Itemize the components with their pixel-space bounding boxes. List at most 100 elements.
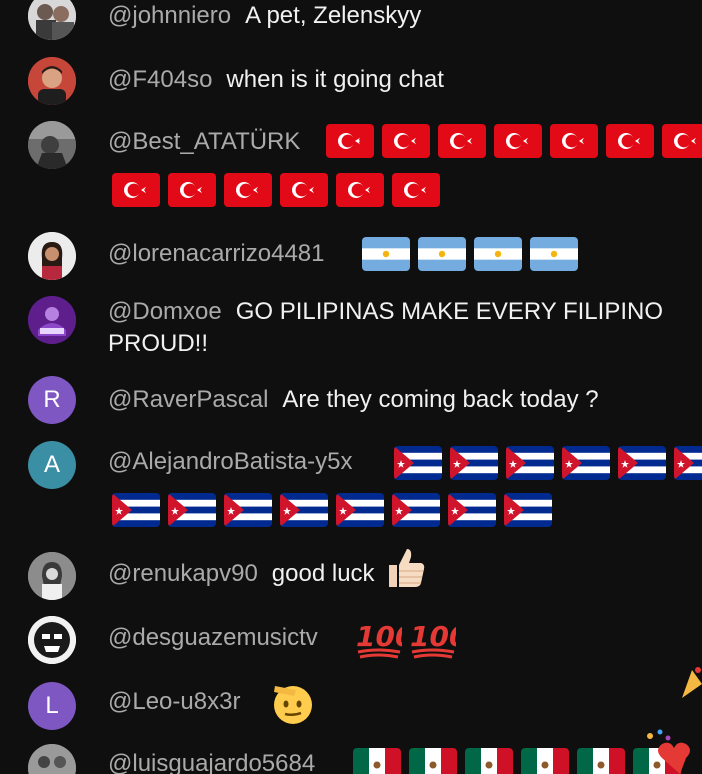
thumbs-up-icon (389, 548, 425, 587)
cuba-flag-icon (280, 493, 328, 527)
message-text: Are they coming back today ? (282, 386, 599, 413)
author-name[interactable]: @luisguajardo5684 (108, 750, 315, 774)
turkey-flag-icon (336, 173, 384, 207)
message-text: A pet, Zelenskyy (245, 2, 422, 29)
avatar-photo-icon (28, 57, 76, 105)
turkey-flag-icon (392, 173, 440, 207)
author-name[interactable]: @lorenacarrizo4481 (108, 240, 324, 267)
avatar[interactable] (28, 121, 76, 169)
chat-message: @luisguajardo5684 (0, 744, 702, 774)
avatar-photo-icon (28, 552, 76, 600)
message-text: when is it going chat (226, 66, 444, 93)
hundred-points-icon: 100 (356, 620, 402, 659)
mexico-flag-icon (521, 748, 569, 774)
avatar-photo-icon (28, 296, 76, 344)
cuba-flag-icon (112, 493, 160, 527)
avatar[interactable] (28, 744, 76, 774)
emoji-row (112, 173, 440, 207)
chat-message: @johnniero A pet, Zelenskyy (0, 0, 702, 40)
avatar[interactable] (28, 0, 76, 40)
author-name[interactable]: @Best_ATATÜRK (108, 128, 300, 155)
avatar-photo-icon (28, 121, 76, 169)
cuba-flag-icon (506, 446, 554, 480)
heart-confetti-icon (647, 729, 690, 774)
author-name[interactable]: @renukapv90 (108, 560, 258, 587)
turkey-flag-icon (606, 124, 654, 158)
cuba-flag-icon (394, 446, 442, 480)
author-name[interactable]: @RaverPascal (108, 386, 268, 413)
argentina-flag-icon (474, 237, 522, 271)
cuba-flag-icon (450, 446, 498, 480)
chat-message: @Best_ATATÜRK (0, 121, 702, 214)
turkey-flag-icon (382, 124, 430, 158)
chat-message: @Domxoe GO PILIPINAS MAKE EVERY FILIPINO … (0, 296, 702, 360)
mexico-flag-icon (465, 748, 513, 774)
avatar[interactable] (28, 232, 76, 280)
avatar-letter: A (43, 451, 60, 478)
chat-message: @renukapv90 good luck (0, 548, 702, 600)
emoji-row (394, 446, 702, 480)
chat-message: L @Leo-u8x3r (0, 682, 702, 730)
author-name[interactable]: @AlejandroBatista-y5x (108, 448, 352, 475)
svg-text:100: 100 (410, 620, 456, 653)
avatar[interactable] (28, 552, 76, 600)
avatar-photo-icon (28, 744, 76, 774)
hundred-points-icon: 100 (410, 620, 456, 659)
turkey-flag-icon (112, 173, 160, 207)
svg-text:100: 100 (356, 620, 402, 653)
cuba-flag-icon (392, 493, 440, 527)
turkey-flag-icon (662, 124, 702, 158)
author-name[interactable]: @Leo-u8x3r (108, 688, 240, 715)
mexico-flag-icon (577, 748, 625, 774)
author-name[interactable]: @desguazemusictv (108, 624, 318, 651)
turkey-flag-icon (494, 124, 542, 158)
chat-message: R @RaverPascal Are they coming back today… (0, 376, 702, 424)
avatar[interactable] (28, 57, 76, 105)
avatar[interactable]: A (28, 441, 76, 489)
argentina-flag-icon (530, 237, 578, 271)
chat-message: @lorenacarrizo4481 (0, 232, 702, 280)
cuba-flag-icon (448, 493, 496, 527)
chat-message: @desguazemusictv 100 100 (0, 616, 702, 664)
avatar-letter: R (43, 386, 61, 413)
avatar[interactable] (28, 296, 76, 344)
turkey-flag-icon (550, 124, 598, 158)
turkey-flag-icon (280, 173, 328, 207)
author-name[interactable]: @johnniero (108, 2, 231, 29)
avatar[interactable]: R (28, 376, 76, 424)
avatar[interactable]: L (28, 682, 76, 730)
party-popper-icon (682, 667, 702, 698)
live-chat-feed: @johnniero A pet, Zelenskyy @F404so when i… (0, 0, 702, 774)
turkey-flag-icon (224, 173, 272, 207)
avatar-photo-icon (28, 616, 76, 664)
mexico-flag-icon (409, 748, 457, 774)
chat-message: A @AlejandroBatista-y5x (0, 441, 702, 536)
avatar-letter: L (45, 692, 59, 719)
message-text: good luck (271, 560, 375, 587)
argentina-flag-icon (418, 237, 466, 271)
emoji-row (112, 493, 552, 527)
turkey-flag-icon (168, 173, 216, 207)
saluting-face-icon (274, 686, 312, 724)
avatar-photo-icon (28, 232, 76, 280)
argentina-flag-icon (362, 237, 410, 271)
cuba-flag-icon (224, 493, 272, 527)
cuba-flag-icon (168, 493, 216, 527)
emoji-row (353, 748, 681, 774)
cuba-flag-icon (504, 493, 552, 527)
emoji-row (326, 124, 702, 158)
author-name[interactable]: @F404so (108, 66, 212, 93)
chat-message: @F404so when is it going chat (0, 57, 702, 105)
turkey-flag-icon (326, 124, 374, 158)
cuba-flag-icon (618, 446, 666, 480)
turkey-flag-icon (438, 124, 486, 158)
cuba-flag-icon (336, 493, 384, 527)
cuba-flag-icon (562, 446, 610, 480)
author-name[interactable]: @Domxoe (108, 298, 222, 325)
emoji-row (362, 237, 578, 271)
avatar-photo-icon (28, 0, 76, 40)
avatar[interactable] (28, 616, 76, 664)
mexico-flag-icon (353, 748, 401, 774)
cuba-flag-icon (674, 446, 702, 480)
emoji-row: 100 100 (354, 614, 456, 662)
